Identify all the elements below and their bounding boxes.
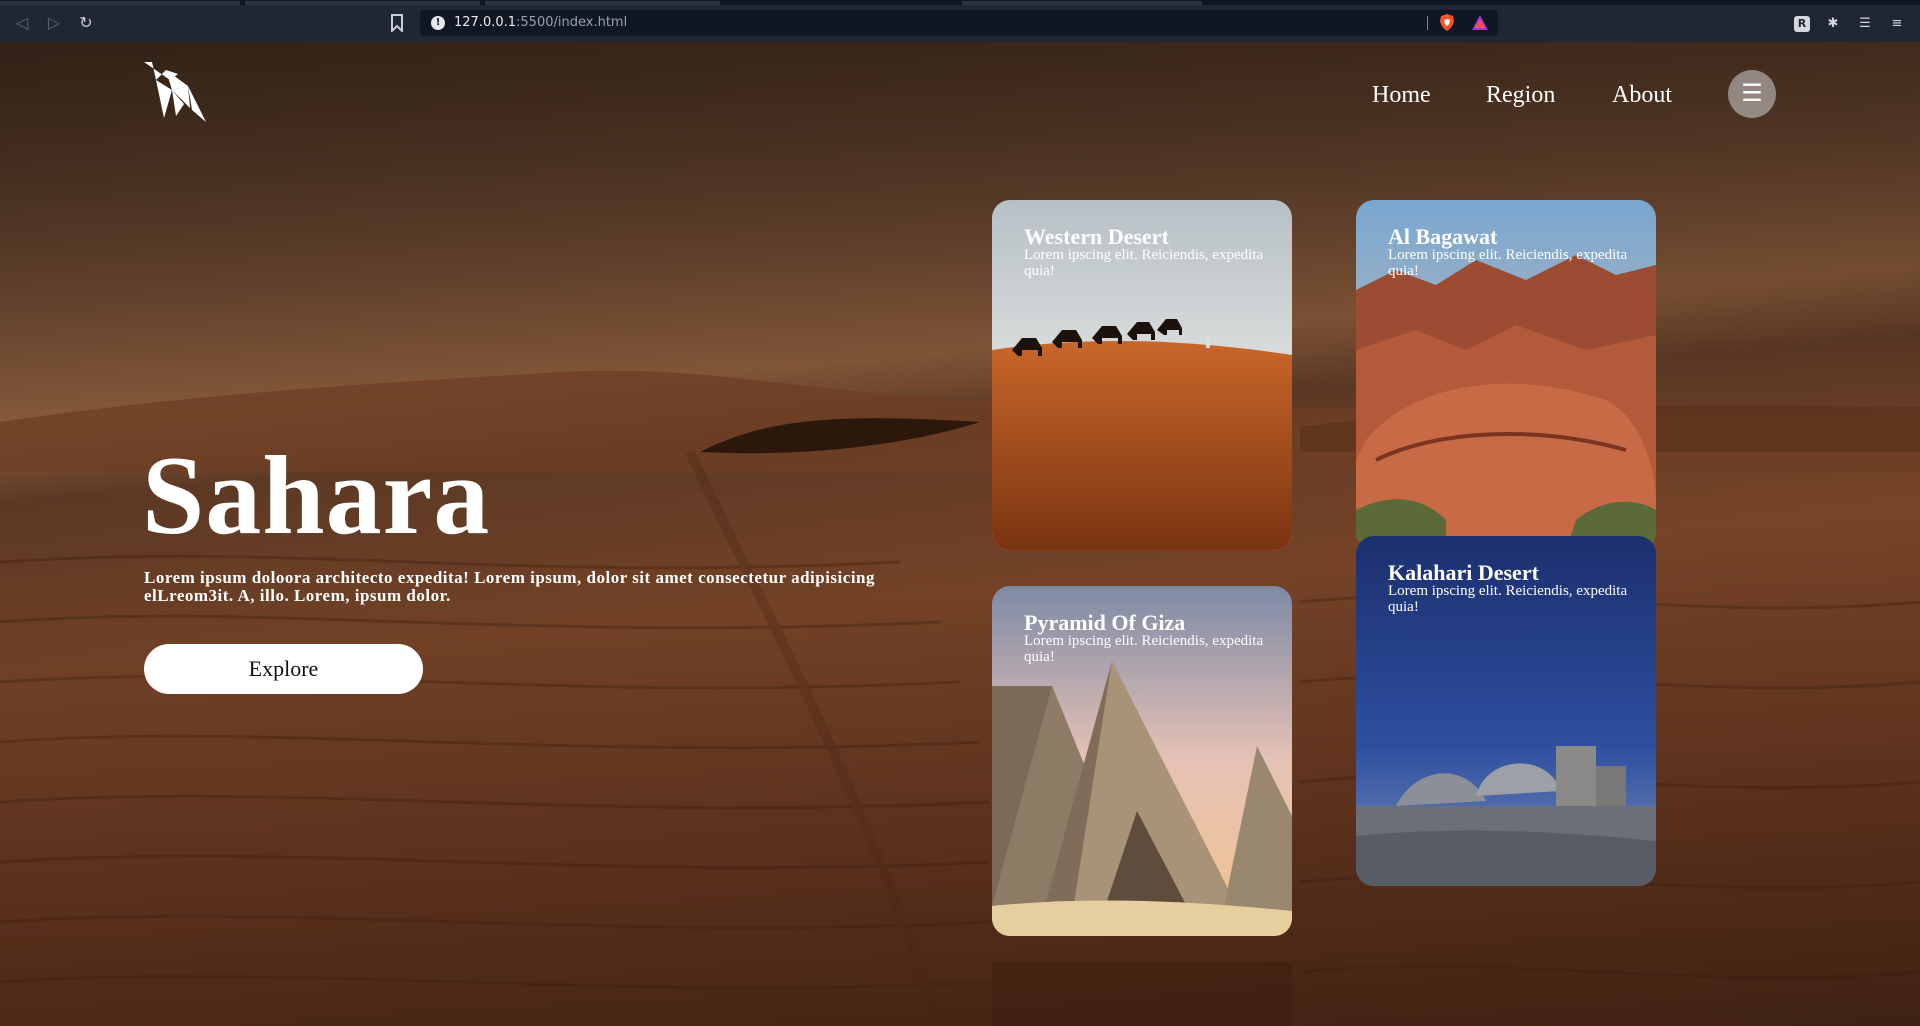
page-viewport: Home Region About ☰ Sahara Lorem ipsum d… bbox=[0, 42, 1920, 1026]
card-shadow bbox=[992, 962, 1292, 1026]
url-host: 127.0.0.1 bbox=[454, 15, 517, 30]
site-info-icon[interactable]: ! bbox=[431, 16, 445, 30]
forward-icon[interactable]: ▷ bbox=[45, 14, 63, 32]
address-bar[interactable]: ! 127.0.0.1:5500/index.html bbox=[420, 10, 1498, 36]
extensions-puzzle-icon[interactable]: ✱ bbox=[1825, 16, 1841, 32]
region-card-western-desert[interactable]: Western Desert Lorem ipscing elit. Reici… bbox=[992, 200, 1292, 550]
region-card-pyramid-of-giza[interactable]: Pyramid Of Giza Lorem ipscing elit. Reic… bbox=[992, 586, 1292, 936]
back-icon[interactable]: ◁ bbox=[13, 14, 31, 32]
divider bbox=[1427, 16, 1428, 30]
playlist-icon[interactable]: ☰ bbox=[1857, 16, 1873, 32]
menu-icon[interactable]: ≡ bbox=[1889, 16, 1905, 32]
explore-button[interactable]: Explore bbox=[144, 644, 423, 694]
extension-r-icon[interactable]: R bbox=[1794, 16, 1810, 32]
nav-home[interactable]: Home bbox=[1372, 82, 1431, 109]
region-card-kalahari-desert[interactable]: Kalahari Desert Lorem ipscing elit. Reic… bbox=[1356, 536, 1656, 886]
origami-logo-icon[interactable] bbox=[142, 60, 210, 124]
url-path: :5500/index.html bbox=[516, 15, 628, 30]
region-card-al-bagawat[interactable]: Al Bagawat Lorem ipscing elit. Reiciendi… bbox=[1356, 200, 1656, 550]
brave-shield-icon[interactable] bbox=[1439, 14, 1455, 31]
reload-icon[interactable]: ↻ bbox=[77, 14, 95, 32]
hero-description: Lorem ipsum doloora architecto expedita!… bbox=[144, 568, 875, 605]
nav-region[interactable]: Region bbox=[1486, 82, 1555, 109]
url-text[interactable]: 127.0.0.1:5500/index.html bbox=[454, 15, 627, 30]
browser-toolbar: ◁ ▷ ↻ ! 127.0.0.1:5500/index.html R ✱ ☰ … bbox=[0, 5, 1920, 43]
rewards-icon[interactable] bbox=[1472, 15, 1488, 30]
card-description: Lorem ipscing elit. Reiciendis, expedita… bbox=[1388, 583, 1628, 615]
bookmark-icon[interactable] bbox=[390, 14, 404, 32]
card-description: Lorem ipscing elit. Reiciendis, expedita… bbox=[1024, 633, 1264, 665]
hero-title: Sahara bbox=[142, 434, 491, 558]
card-description: Lorem ipscing elit. Reiciendis, expedita… bbox=[1024, 247, 1264, 279]
nav-about[interactable]: About bbox=[1612, 82, 1672, 109]
card-description: Lorem ipscing elit. Reiciendis, expedita… bbox=[1388, 247, 1628, 279]
hamburger-menu-button[interactable]: ☰ bbox=[1728, 70, 1776, 118]
